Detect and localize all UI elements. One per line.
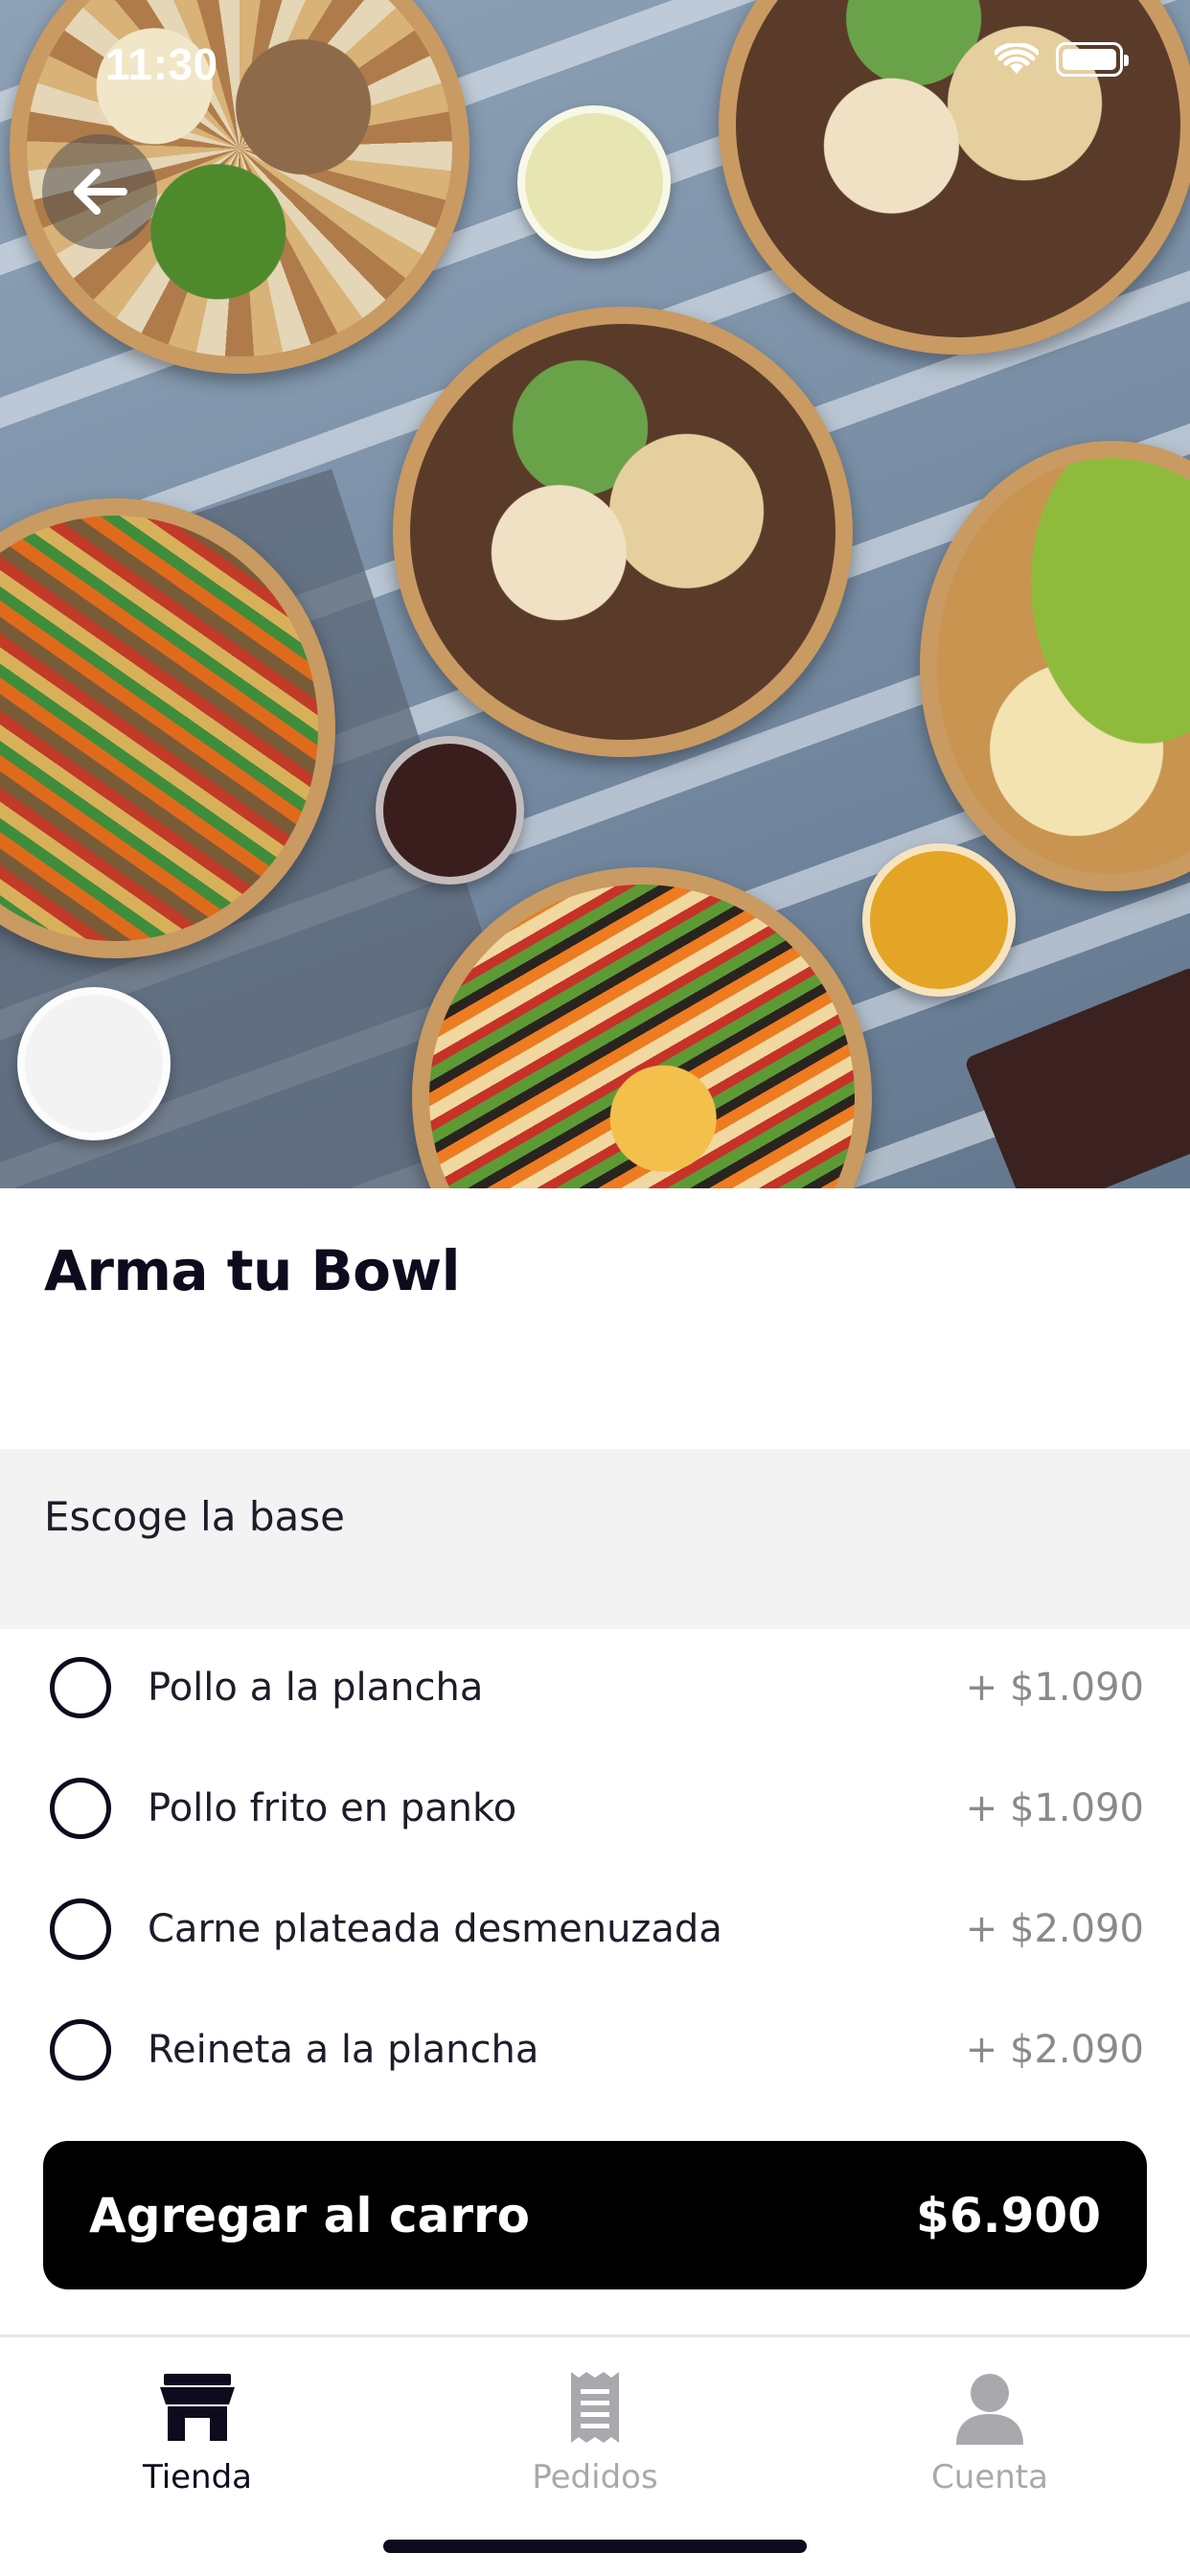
option-label: Pollo a la plancha — [148, 1666, 484, 1710]
option-label: Carne plateada desmenuzada — [148, 1907, 722, 1951]
radio-button[interactable] — [50, 1898, 111, 1960]
option-row[interactable]: Pollo frito en panko + $1.090 — [0, 1748, 1190, 1869]
arrow-left-icon — [74, 169, 127, 215]
store-icon — [160, 2374, 235, 2441]
radio-button[interactable] — [50, 1778, 111, 1839]
section-title: Escoge la base — [44, 1493, 345, 1540]
bowl-image — [393, 307, 853, 757]
bowl-image — [920, 441, 1190, 891]
product-title: Arma tu Bowl — [44, 1238, 460, 1303]
total-price: $6.900 — [916, 2187, 1101, 2243]
wifi-icon — [995, 43, 1039, 74]
sauce-cup — [862, 843, 1016, 997]
option-price: + $2.090 — [965, 2028, 1144, 2072]
hero-image — [0, 0, 1190, 1188]
sauce-cup — [376, 736, 524, 885]
battery-icon — [1056, 42, 1129, 77]
tab-cuenta[interactable]: Cuenta — [865, 2366, 1114, 2510]
option-label: Pollo frito en panko — [148, 1786, 517, 1830]
tab-label: Tienda — [142, 2458, 253, 2496]
add-to-cart-button[interactable]: Agregar al carro $6.900 — [43, 2141, 1147, 2289]
status-time: 11:30 — [105, 39, 218, 89]
option-label: Reineta a la plancha — [148, 2028, 539, 2072]
brownie-image — [963, 965, 1190, 1188]
tab-label: Pedidos — [532, 2458, 658, 2496]
tab-label: Cuenta — [931, 2458, 1048, 2496]
add-to-cart-label: Agregar al carro — [89, 2187, 530, 2243]
tab-bar: Tienda Pedidos Cuenta — [0, 2334, 1190, 2576]
sauce-cup — [517, 105, 671, 259]
option-row[interactable]: Pollo a la plancha + $1.090 — [0, 1627, 1190, 1748]
option-price: + $1.090 — [965, 1666, 1144, 1710]
sauce-cup — [17, 987, 171, 1140]
option-row[interactable]: Carne plateada desmenuzada + $2.090 — [0, 1869, 1190, 1990]
radio-button[interactable] — [50, 2019, 111, 2081]
home-indicator — [383, 2540, 807, 2553]
tab-tienda[interactable]: Tienda — [73, 2366, 322, 2510]
receipt-icon — [571, 2372, 619, 2443]
option-row[interactable]: Reineta a la plancha + $2.090 — [0, 1990, 1190, 2110]
radio-button[interactable] — [50, 1657, 111, 1718]
person-icon — [956, 2374, 1023, 2445]
option-price: + $2.090 — [965, 1907, 1144, 1951]
back-button[interactable] — [42, 134, 157, 249]
status-icons — [995, 42, 1129, 77]
bowl-image — [412, 867, 872, 1188]
option-price: + $1.090 — [965, 1786, 1144, 1830]
tab-pedidos[interactable]: Pedidos — [470, 2366, 720, 2510]
